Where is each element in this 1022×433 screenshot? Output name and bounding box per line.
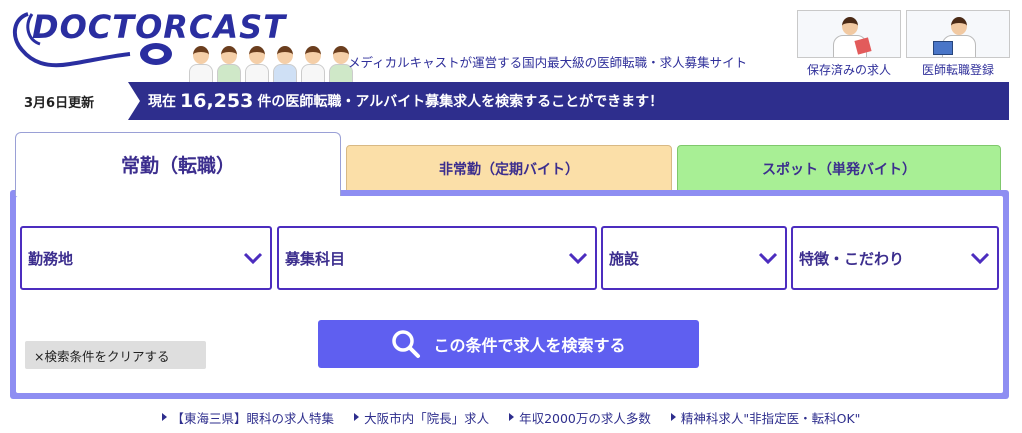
doctor-figure [272,46,298,84]
chevron-down-icon [969,247,991,269]
search-panel-body: 勤務地 募集科目 施設 特徴・こだわり ×検索条件をクリアする この条件で求人を… [16,196,1003,393]
site-logo[interactable]: DOCTORCAST [10,6,353,84]
tab-part-time[interactable]: 非常勤（定期バイト） [346,145,672,193]
doctor-register-label: 医師転職登録 [921,63,994,77]
facility-select[interactable]: 施設 [601,226,787,290]
arrow-right-icon [161,413,167,421]
job-count-suffix: 件の医師転職・アルバイト募集求人を検索することができます！ [257,94,664,110]
featured-link[interactable]: 年収2000万の求人多数 [509,406,651,428]
chevron-down-icon [757,247,779,269]
arrow-right-icon [670,413,676,421]
facility-select-label: 施設 [609,249,640,268]
search-panel: 勤務地 募集科目 施設 特徴・こだわり ×検索条件をクリアする この条件で求人を… [10,190,1009,399]
doctor-figure [216,46,242,84]
site-tagline: メディカルキャストが運営する国内最大級の医師転職・求人募集サイト [348,55,748,70]
location-select-label: 勤務地 [28,249,74,268]
chevron-down-icon [567,247,589,269]
nurse-icon [797,10,901,58]
search-button-label: この条件で求人を検索する [433,336,626,355]
doctor-register-link[interactable]: 医師転職登録 [905,10,1011,80]
job-count-banner: 3月6日更新 現在 16,253 件の医師転職・アルバイト募集求人を検索すること… [10,82,1009,120]
chevron-down-icon [242,247,264,269]
location-select[interactable]: 勤務地 [20,226,272,290]
department-select[interactable]: 募集科目 [277,226,597,290]
doctor-illustrations [188,46,354,84]
saved-jobs-link[interactable]: 保存済みの求人 [796,10,902,80]
doctor-figure [244,46,270,84]
clear-conditions-button[interactable]: ×検索条件をクリアする [25,341,206,369]
department-select-label: 募集科目 [285,249,346,268]
featured-links: 【東海三県】眼科の求人特集 大阪市内「院長」求人 年収2000万の求人多数 精神… [0,406,1022,428]
tab-full-time[interactable]: 常勤（転職） [15,132,341,196]
features-select-label: 特徴・こだわり [799,249,905,268]
featured-link[interactable]: 精神科求人"非指定医・転科OK" [670,406,860,428]
doctor-tablet-icon [906,10,1010,58]
doctor-figure [300,46,326,84]
search-button[interactable]: この条件で求人を検索する [318,320,699,368]
doctor-figure [188,46,214,84]
arrow-right-icon [354,413,360,421]
arrow-right-icon [509,413,515,421]
featured-link[interactable]: 【東海三県】眼科の求人特集 [161,406,334,428]
logo-text: DOCTORCAST [32,8,287,46]
job-count-prefix: 現在 [148,94,176,110]
featured-link[interactable]: 大阪市内「院長」求人 [354,406,489,428]
job-count-message: 現在 16,253 件の医師転職・アルバイト募集求人を検索することができます！ [148,82,663,120]
site-header: DOCTORCAST メディカルキャストが運営する国内最大級の医師転職・求人募集… [0,0,1022,84]
search-icon [392,330,421,358]
update-date-badge: 3月6日更新 [10,82,140,120]
features-select[interactable]: 特徴・こだわり [791,226,999,290]
saved-jobs-label: 保存済みの求人 [806,63,891,77]
job-count-number: 16,253 [180,90,254,112]
tab-spot[interactable]: スポット（単発バイト） [677,145,1001,193]
